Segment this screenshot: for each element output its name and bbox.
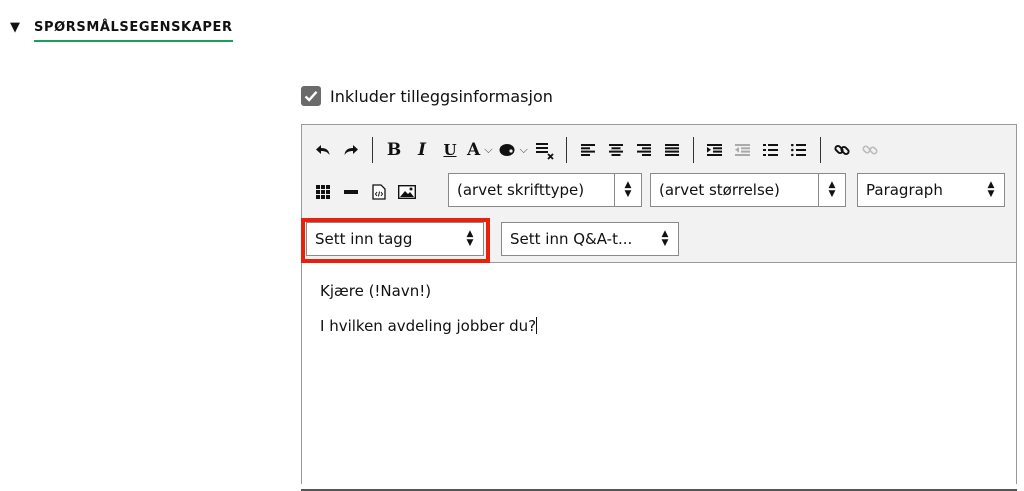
include-info-label: Inkluder tilleggsinformasjon [330, 86, 553, 106]
table-icon[interactable] [312, 180, 334, 204]
font-family-value: (arvet skrifttype) [457, 181, 585, 199]
link-icon[interactable] [831, 138, 853, 162]
text-cursor [536, 317, 538, 334]
numbered-list-icon[interactable] [760, 138, 782, 162]
toolbar-separator [565, 137, 567, 163]
highlight-annotation [301, 218, 490, 263]
background-color-button[interactable]: ⌵ [499, 138, 528, 162]
select-arrows-icon: ▲ ▼ [818, 174, 845, 206]
clear-format-icon[interactable] [534, 138, 556, 162]
paragraph-format-select[interactable]: Paragraph ▲ ▼ [857, 173, 1005, 207]
chevron-down-icon: ⌵ [519, 143, 528, 156]
font-color-icon: A [467, 140, 481, 160]
paragraph-format-value: Paragraph [866, 181, 943, 199]
source-code-icon[interactable] [368, 180, 390, 204]
align-right-icon[interactable] [633, 138, 655, 162]
font-size-select[interactable]: (arvet størrelse) ▲ ▼ [650, 173, 846, 207]
align-justify-icon[interactable] [661, 138, 683, 162]
collapse-toggle-icon[interactable]: ▼ [10, 20, 20, 36]
select-arrows-icon: ▲ ▼ [614, 174, 641, 206]
insert-qa-value: Sett inn Q&A-t... [510, 230, 633, 248]
align-left-icon[interactable] [577, 138, 599, 162]
font-color-button[interactable]: A ⌵ [467, 138, 493, 162]
section-title[interactable]: SPØRSMÅLSEGENSKAPER [34, 20, 233, 42]
toolbar-row-2 [312, 177, 424, 207]
font-family-select[interactable]: (arvet skrifttype) ▲ ▼ [448, 173, 642, 207]
image-icon[interactable] [396, 180, 418, 204]
palette-icon [499, 144, 515, 156]
toolbar-separator [819, 137, 821, 163]
editor-content-area[interactable]: Kjære (!Navn!) I hvilken avdeling jobber… [302, 262, 1016, 484]
include-info-checkbox-row[interactable]: Inkluder tilleggsinformasjon [301, 86, 553, 106]
outdent-icon [732, 138, 754, 162]
underline-button[interactable]: U [439, 138, 461, 162]
include-info-checkbox[interactable] [301, 86, 321, 106]
undo-icon[interactable] [312, 138, 334, 162]
italic-button[interactable]: I [411, 138, 433, 162]
select-arrows-icon: ▲ ▼ [661, 229, 669, 248]
content-line: I hvilken avdeling jobber du? [320, 317, 537, 335]
bold-button[interactable]: B [383, 138, 405, 162]
unlink-icon [859, 138, 881, 162]
select-arrows-icon: ▲ ▼ [987, 180, 995, 199]
indent-icon[interactable] [704, 138, 726, 162]
checkmark-icon [304, 91, 318, 102]
content-line-cursor: I hvilken avdeling jobber du? [320, 317, 538, 335]
font-size-value: (arvet størrelse) [659, 181, 780, 199]
chevron-down-icon: ⌵ [484, 143, 493, 156]
content-line: Kjære (!Navn!) [320, 282, 432, 300]
rich-text-editor: B I U A ⌵ ⌵ (arvet skrifttype) ▲ ▼ (arve… [301, 124, 1017, 484]
horizontal-rule-icon[interactable] [340, 180, 362, 204]
bullet-list-icon[interactable] [788, 138, 810, 162]
toolbar-separator [372, 137, 373, 163]
toolbar-separator [692, 137, 694, 163]
redo-icon[interactable] [340, 138, 362, 162]
toolbar-row-1: B I U A ⌵ ⌵ [312, 137, 887, 163]
insert-qa-select[interactable]: Sett inn Q&A-t... ▲ ▼ [501, 222, 679, 256]
align-center-icon[interactable] [605, 138, 627, 162]
